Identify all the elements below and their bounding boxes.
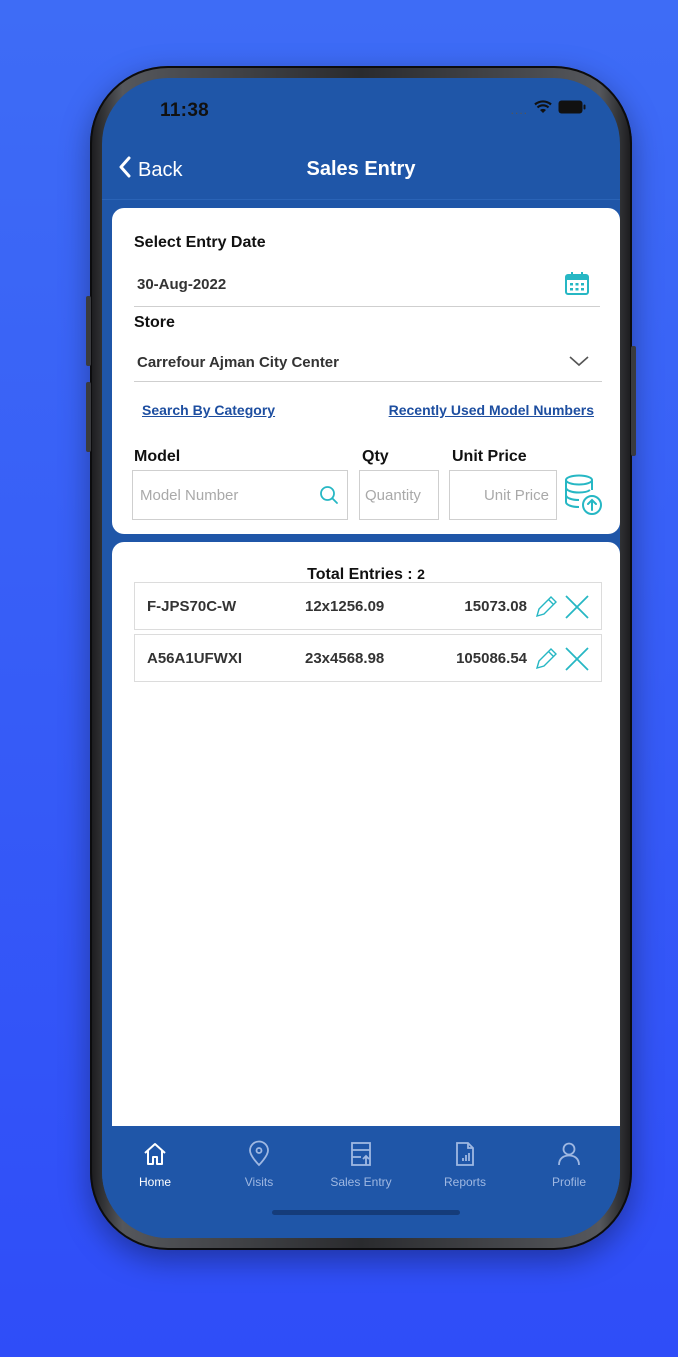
tab-profile-label: Profile bbox=[551, 1175, 586, 1189]
date-value[interactable]: 30-Aug-2022 bbox=[137, 276, 226, 293]
phone-frame: 11:38 .... Back Sales Entry Select Entry… bbox=[86, 66, 636, 1250]
total-entries-count: 2 bbox=[417, 566, 425, 582]
total-entries-label: Total Entries : bbox=[307, 566, 418, 583]
tab-home-label: Home bbox=[138, 1175, 171, 1189]
tab-sales-entry-label: Sales Entry bbox=[330, 1175, 392, 1189]
pencil-icon[interactable] bbox=[533, 646, 559, 676]
date-divider bbox=[134, 306, 600, 307]
page-title: Sales Entry bbox=[306, 158, 416, 180]
pencil-icon[interactable] bbox=[533, 594, 559, 624]
tab-reports[interactable]: Reports bbox=[420, 1140, 510, 1189]
entry-row: F-JPS70C-W 12x1256.09 15073.08 bbox=[134, 582, 602, 630]
signal-dots-icon: .... bbox=[510, 102, 528, 117]
database-upload-icon[interactable] bbox=[564, 474, 604, 521]
home-indicator bbox=[272, 1210, 460, 1215]
unit-price-input-box bbox=[449, 470, 557, 520]
chevron-down-icon[interactable] bbox=[568, 354, 590, 373]
home-icon bbox=[141, 1143, 169, 1171]
tab-visits-label: Visits bbox=[244, 1175, 274, 1189]
entry-qty-price: 23x4568.98 bbox=[305, 649, 385, 667]
entry-total: 15073.08 bbox=[464, 597, 527, 615]
battery-icon bbox=[558, 100, 586, 119]
search-by-category-link[interactable]: Search By Category bbox=[142, 402, 275, 418]
volume-up-button bbox=[86, 296, 91, 366]
wifi-icon bbox=[534, 100, 552, 119]
store-divider bbox=[134, 381, 602, 382]
content-background bbox=[112, 688, 620, 1126]
sales-entry-icon bbox=[347, 1142, 375, 1171]
status-icons: .... bbox=[511, 100, 586, 119]
qty-label: Qty bbox=[362, 448, 389, 465]
entry-model: A56A1UFWXI bbox=[147, 649, 243, 667]
location-pin-icon bbox=[245, 1140, 273, 1171]
entry-qty-price: 12x1256.09 bbox=[305, 597, 385, 615]
delete-x-icon[interactable] bbox=[563, 645, 591, 677]
date-label: Select Entry Date bbox=[134, 234, 266, 251]
profile-icon bbox=[555, 1142, 583, 1171]
status-bar: 11:38 .... bbox=[102, 78, 620, 138]
status-time: 11:38 bbox=[160, 100, 210, 121]
navigation-bar: Back Sales Entry bbox=[102, 138, 620, 200]
search-icon[interactable] bbox=[319, 485, 339, 509]
unit-price-label: Unit Price bbox=[452, 448, 527, 465]
store-select[interactable]: Carrefour Ajman City Center bbox=[137, 354, 339, 371]
tab-profile[interactable]: Profile bbox=[524, 1140, 614, 1189]
tab-reports-label: Reports bbox=[443, 1175, 487, 1189]
tab-sales-entry[interactable]: Sales Entry bbox=[316, 1140, 406, 1189]
power-button bbox=[631, 346, 636, 456]
entry-model: F-JPS70C-W bbox=[147, 597, 237, 615]
tab-bar: Home Visits Sales Entry Reports Profile bbox=[102, 1126, 620, 1238]
entries-list-card: Total Entries : 2 F-JPS70C-W 12x1256.09 … bbox=[112, 542, 620, 696]
recent-model-numbers-link[interactable]: Recently Used Model Numbers bbox=[389, 402, 594, 418]
model-label: Model bbox=[134, 448, 181, 465]
quantity-input[interactable] bbox=[365, 471, 438, 519]
entry-row: A56A1UFWXI 23x4568.98 105086.54 bbox=[134, 634, 602, 682]
delete-x-icon[interactable] bbox=[563, 593, 591, 625]
store-label: Store bbox=[134, 314, 175, 331]
unit-price-input[interactable] bbox=[450, 471, 549, 519]
model-input-box bbox=[132, 470, 348, 520]
tab-home[interactable]: Home bbox=[110, 1140, 200, 1189]
model-number-input[interactable] bbox=[140, 471, 320, 519]
entry-total: 105086.54 bbox=[456, 649, 527, 667]
report-icon bbox=[451, 1142, 479, 1171]
calendar-icon[interactable] bbox=[564, 270, 590, 301]
entry-form-card: Select Entry Date 30-Aug-2022 Store Carr… bbox=[112, 208, 620, 534]
qty-input-box bbox=[359, 470, 439, 520]
app-screen: 11:38 .... Back Sales Entry Select Entry… bbox=[102, 78, 620, 1238]
tab-visits[interactable]: Visits bbox=[214, 1140, 304, 1189]
volume-down-button bbox=[86, 382, 91, 452]
